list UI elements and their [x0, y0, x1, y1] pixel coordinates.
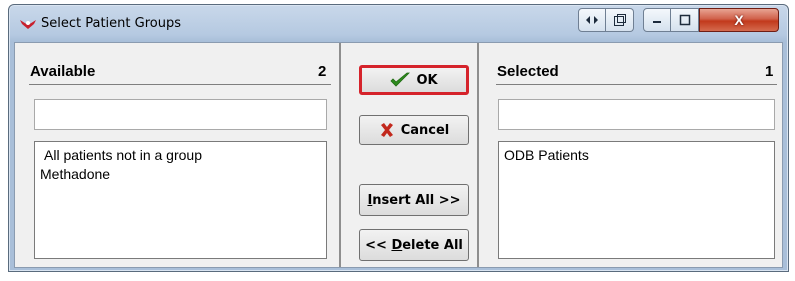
delete-all-prefix: << — [365, 237, 392, 253]
available-count: 2 — [318, 63, 327, 80]
app-logo-icon — [19, 17, 36, 29]
snap-left-icon[interactable] — [578, 8, 606, 32]
checkmark-icon — [390, 72, 411, 88]
action-buttons-panel: OK Cancel Insert All >> << Delete All — [341, 43, 479, 267]
header-divider — [496, 84, 777, 85]
close-icon: X — [734, 12, 744, 28]
selected-header: Selected — [497, 63, 559, 80]
ok-label: OK — [416, 72, 438, 88]
cancel-label: Cancel — [400, 122, 450, 138]
insert-all-button[interactable]: Insert All >> — [359, 184, 469, 216]
available-listbox[interactable]: All patients not in a group Methadone — [34, 141, 327, 259]
cancel-button[interactable]: Cancel — [359, 115, 469, 145]
restore-window-icon[interactable] — [606, 8, 634, 32]
ok-button[interactable]: OK — [359, 65, 469, 95]
available-header: Available — [30, 63, 96, 80]
x-icon — [379, 122, 395, 138]
header-divider — [29, 84, 331, 85]
available-filter-input[interactable] — [34, 99, 327, 130]
list-item[interactable]: Methadone — [40, 165, 321, 184]
dialog-content: Available 2 All patients not in a group … — [14, 42, 783, 268]
available-panel: Available 2 All patients not in a group … — [15, 43, 341, 267]
delete-all-button[interactable]: << Delete All — [359, 229, 469, 261]
list-item[interactable]: ODB Patients — [504, 146, 769, 165]
window-title: Select Patient Groups — [41, 16, 181, 31]
dialog-window: Select Patient Groups X Available 2 All … — [8, 4, 789, 272]
close-window-button[interactable]: X — [699, 8, 779, 32]
selected-panel: Selected 1 ODB Patients — [479, 43, 782, 267]
insert-all-label: nsert All >> — [372, 192, 461, 208]
selected-listbox[interactable]: ODB Patients — [498, 141, 775, 259]
maximize-icon[interactable] — [671, 8, 699, 32]
title-bar[interactable]: Select Patient Groups X — [9, 5, 788, 39]
delete-all-label: elete All — [402, 237, 463, 253]
selected-count: 1 — [765, 63, 774, 80]
minimize-icon[interactable] — [643, 8, 671, 32]
selected-filter-input[interactable] — [498, 99, 775, 130]
delete-all-mnemonic: D — [391, 237, 403, 253]
list-item[interactable]: All patients not in a group — [40, 146, 321, 165]
